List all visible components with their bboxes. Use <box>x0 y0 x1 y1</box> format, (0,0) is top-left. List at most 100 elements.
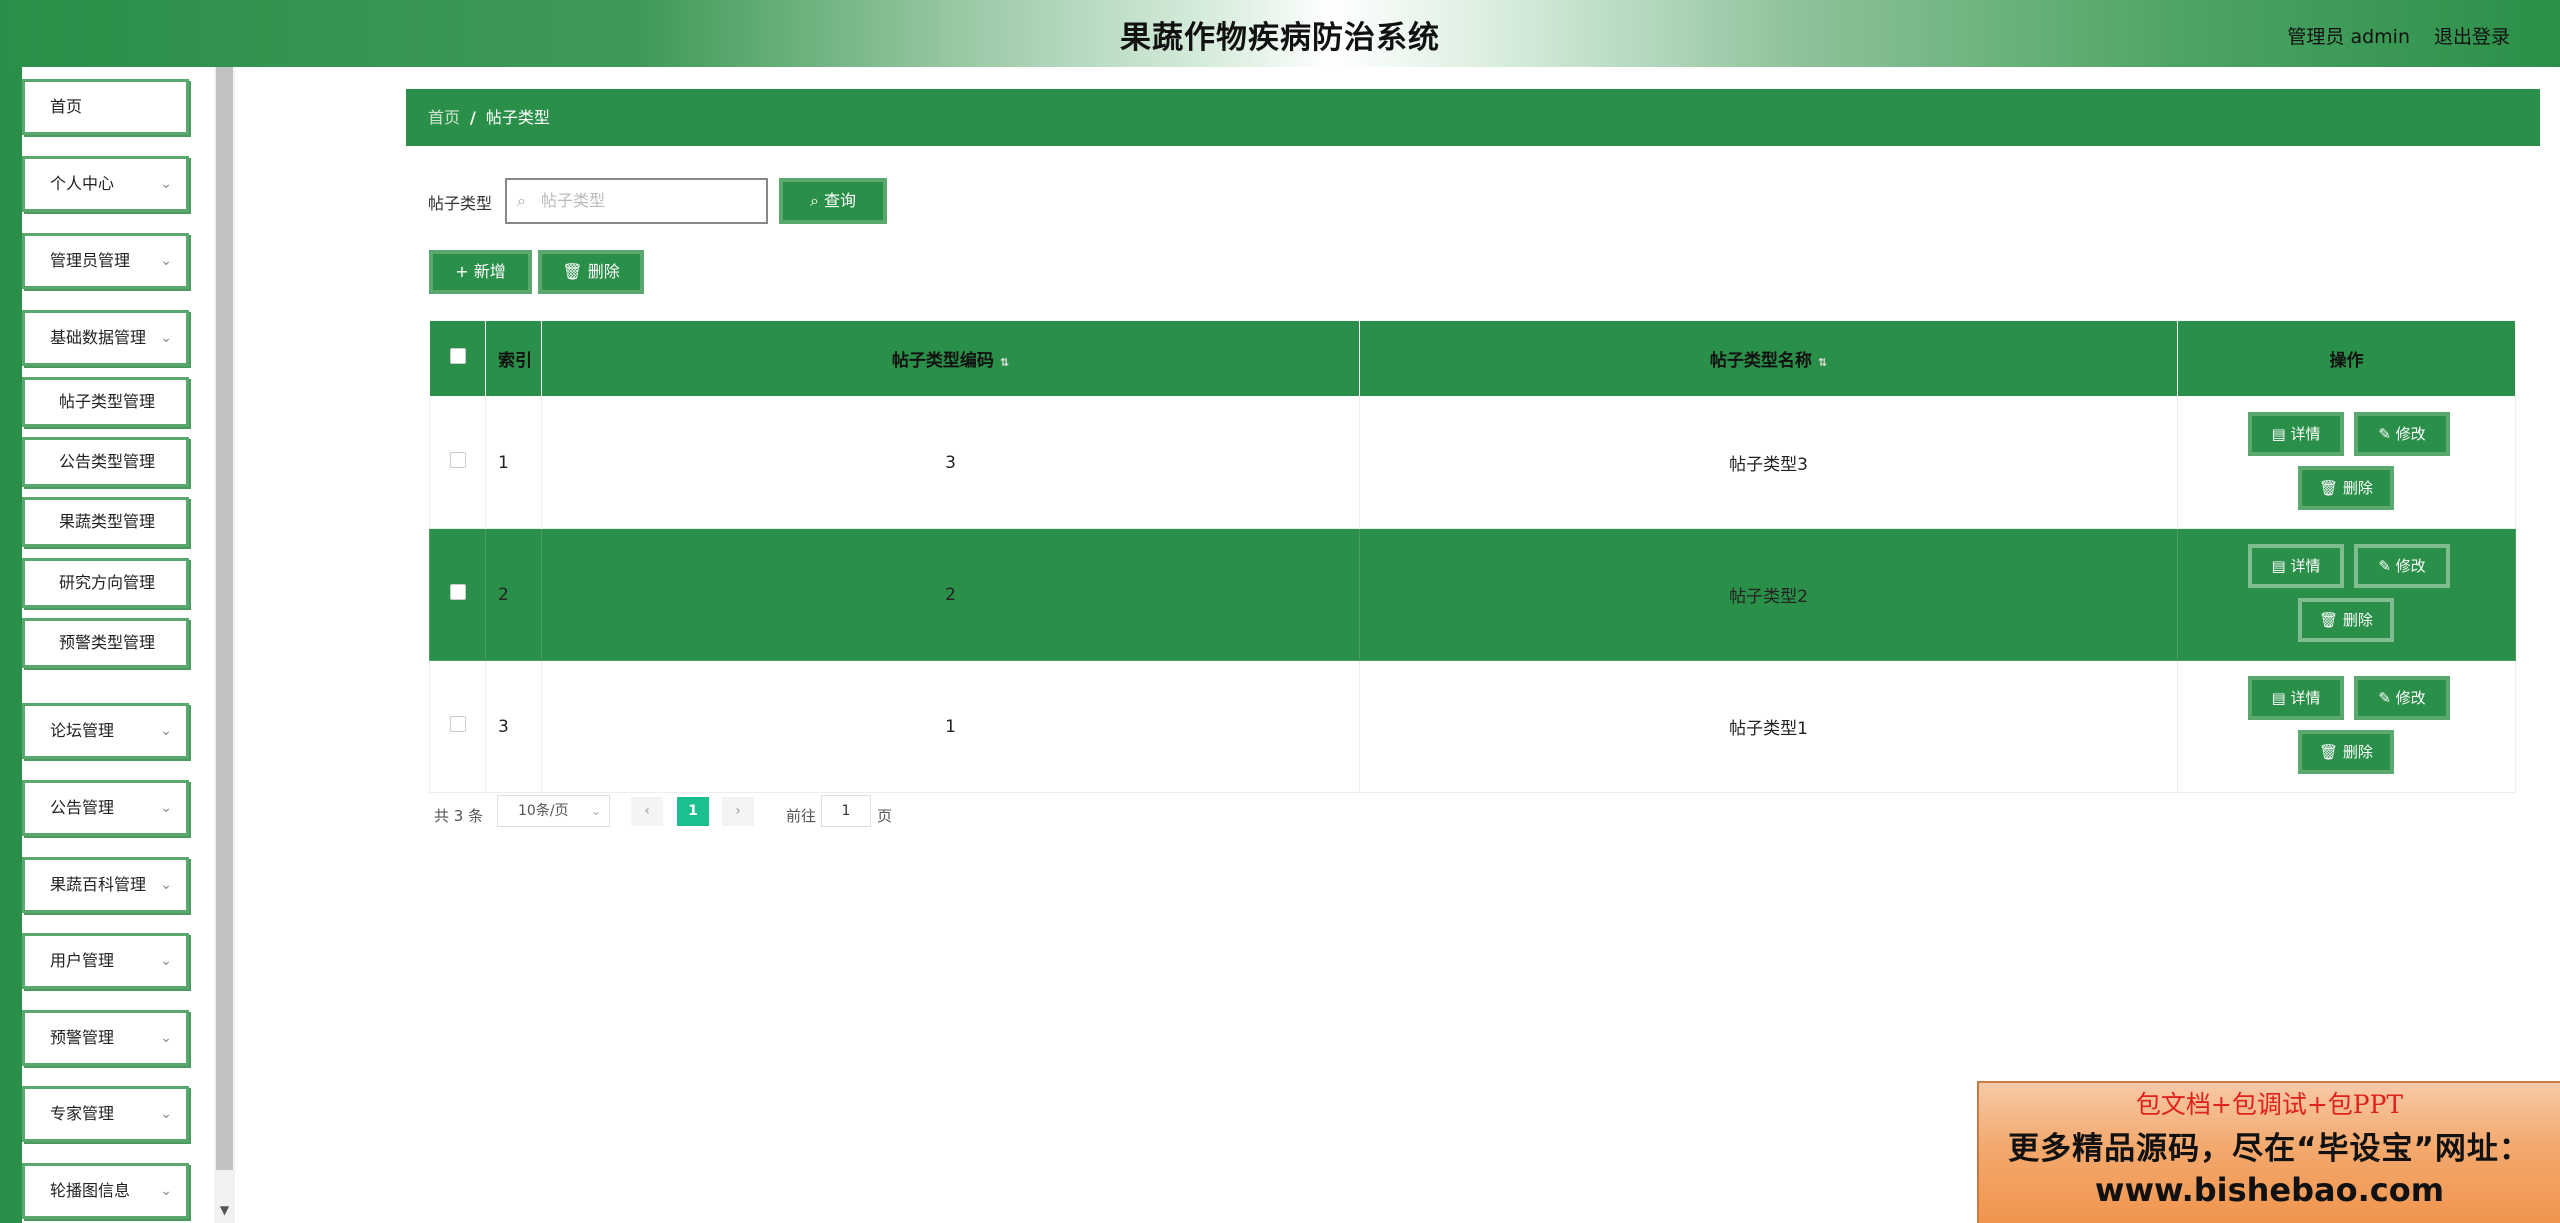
sort-icon[interactable]: ⇅ <box>1000 356 1009 369</box>
sidebar-item-label: 论坛管理 <box>50 721 115 740</box>
sidebar-item-label: 果蔬百科管理 <box>50 875 147 894</box>
sidebar-item-label: 轮播图信息 <box>50 1181 131 1200</box>
sidebar-item-label: 首页 <box>50 97 83 116</box>
row-checkbox[interactable] <box>449 716 466 732</box>
sidebar-item-base-data-management[interactable]: 基础数据管理 ⌄ <box>22 310 189 366</box>
delete-button[interactable]: 🗑 删除 <box>2298 598 2394 642</box>
goto-page-input[interactable]: 1 <box>821 795 871 827</box>
search-input[interactable]: ⌕ 帖子类型 <box>505 178 768 224</box>
plus-icon: + <box>455 262 469 281</box>
delete-label: 删除 <box>2342 479 2373 497</box>
delete-button[interactable]: 🗑 删除 <box>2298 730 2394 774</box>
breadcrumb-home-link[interactable]: 首页 <box>428 108 460 127</box>
detail-button[interactable]: ▤ 详情 <box>2248 544 2344 588</box>
row-name: 帖子类型2 <box>1359 528 2178 661</box>
sidebar-item-produce-type-management[interactable]: 果蔬类型管理 <box>22 497 189 547</box>
row-checkbox-cell <box>429 396 486 529</box>
prev-page-button[interactable]: ‹ <box>631 797 663 826</box>
detail-button[interactable]: ▤ 详情 <box>2248 676 2344 720</box>
query-button[interactable]: ⌕ 查询 <box>779 178 887 224</box>
page-size-value: 10条/页 <box>518 803 569 819</box>
sidebar-item-home[interactable]: 首页 <box>22 79 189 135</box>
row-code: 2 <box>541 528 1360 661</box>
document-icon: ▤ <box>2271 689 2286 707</box>
sidebar-item-personal-center[interactable]: 个人中心 ⌄ <box>22 156 189 212</box>
sidebar-item-expert-management[interactable]: 专家管理 ⌄ <box>22 1086 189 1142</box>
edit-button[interactable]: ✎ 修改 <box>2354 412 2450 456</box>
goto-label: 前往 <box>786 807 817 825</box>
row-index: 2 <box>485 528 542 661</box>
sidebar-scrollbar-thumb[interactable] <box>216 67 233 1170</box>
trash-icon: 🗑 <box>562 262 583 281</box>
chevron-down-icon: ⌄ <box>160 1106 172 1122</box>
add-button[interactable]: + 新增 <box>429 250 532 294</box>
sidebar-item-notice-management[interactable]: 公告管理 ⌄ <box>22 780 189 836</box>
sidebar-item-post-type-management[interactable]: 帖子类型管理 <box>22 377 189 427</box>
edit-icon: ✎ <box>2378 557 2391 575</box>
delete-label: 删除 <box>2342 743 2373 761</box>
code-header[interactable]: 帖子类型编码 ⇅ <box>541 320 1360 397</box>
table-row: 3 1 帖子类型1 ▤ 详情 ✎ 修改 🗑 删除 <box>429 660 2516 793</box>
ops-header: 操作 <box>2177 320 2516 397</box>
sidebar-item-label: 果蔬类型管理 <box>59 512 156 531</box>
sidebar-item-notice-type-management[interactable]: 公告类型管理 <box>22 437 189 487</box>
next-page-button[interactable]: › <box>722 797 754 826</box>
query-button-label: 查询 <box>824 191 857 210</box>
edit-icon: ✎ <box>2378 425 2391 443</box>
delete-button[interactable]: 🗑 删除 <box>2298 466 2394 510</box>
sidebar-item-user-management[interactable]: 用户管理 ⌄ <box>22 933 189 989</box>
ad-line-3: www.bishebao.com <box>2094 1171 2445 1209</box>
detail-label: 详情 <box>2290 557 2321 575</box>
document-icon: ▤ <box>2271 425 2286 443</box>
name-header[interactable]: 帖子类型名称 ⇅ <box>1359 320 2178 397</box>
sidebar-item-label: 管理员管理 <box>50 251 131 270</box>
sort-icon[interactable]: ⇅ <box>1818 356 1827 369</box>
detail-label: 详情 <box>2290 689 2321 707</box>
chevron-down-icon: ⌄ <box>160 1183 172 1199</box>
trash-icon: 🗑 <box>2319 479 2339 497</box>
row-name: 帖子类型3 <box>1359 396 2178 529</box>
sidebar-item-research-direction-management[interactable]: 研究方向管理 <box>22 558 189 608</box>
row-ops: ▤ 详情 ✎ 修改 🗑 删除 <box>2177 528 2516 661</box>
sidebar-item-forum-management[interactable]: 论坛管理 ⌄ <box>22 703 189 759</box>
index-header: 索引 <box>485 320 542 397</box>
sidebar-item-admin-management[interactable]: 管理员管理 ⌄ <box>22 233 189 289</box>
table-header-row: 索引 帖子类型编码 ⇅ 帖子类型名称 ⇅ 操作 <box>429 320 2516 397</box>
edit-button[interactable]: ✎ 修改 <box>2354 676 2450 720</box>
select-all-checkbox[interactable] <box>449 348 466 364</box>
page-number-current[interactable]: 1 <box>677 797 709 826</box>
sidebar-item-label: 预警类型管理 <box>59 633 156 652</box>
chevron-down-icon: ⌄ <box>160 877 172 893</box>
search-placeholder: 帖子类型 <box>541 191 606 210</box>
select-all-header <box>429 320 486 397</box>
row-index: 3 <box>485 660 542 793</box>
sidebar-item-warning-type-management[interactable]: 预警类型管理 <box>22 618 189 668</box>
sidebar-item-label: 预警管理 <box>50 1028 115 1047</box>
table-row: 2 2 帖子类型2 ▤ 详情 ✎ 修改 🗑 删除 <box>429 528 2516 661</box>
row-ops: ▤ 详情 ✎ 修改 🗑 删除 <box>2177 660 2516 793</box>
detail-label: 详情 <box>2290 425 2321 443</box>
sidebar-item-produce-encyclopedia-management[interactable]: 果蔬百科管理 ⌄ <box>22 857 189 913</box>
sidebar-item-label: 用户管理 <box>50 951 115 970</box>
detail-button[interactable]: ▤ 详情 <box>2248 412 2344 456</box>
scroll-down-arrow-icon[interactable]: ▼ <box>216 1200 233 1220</box>
batch-delete-button[interactable]: 🗑 删除 <box>538 250 644 294</box>
ad-banner[interactable]: 包文档+包调试+包PPT 更多精品源码，尽在“毕设宝”网址： www.bishe… <box>1977 1081 2560 1223</box>
delete-label: 删除 <box>2342 611 2373 629</box>
logout-link[interactable]: 退出登录 <box>2434 22 2510 49</box>
table-row: 1 3 帖子类型3 ▤ 详情 ✎ 修改 🗑 删除 <box>429 396 2516 529</box>
row-checkbox-cell <box>429 528 486 661</box>
trash-icon: 🗑 <box>2319 743 2339 761</box>
chevron-down-icon: ⌄ <box>160 1030 172 1046</box>
sidebar-item-label: 基础数据管理 <box>50 328 147 347</box>
sidebar-item-warning-management[interactable]: 预警管理 ⌄ <box>22 1010 189 1066</box>
sidebar-item-carousel-info[interactable]: 轮播图信息 ⌄ <box>22 1163 189 1219</box>
goto-unit: 页 <box>877 807 893 825</box>
search-icon: ⌕ <box>809 191 819 210</box>
sidebar: 首页 个人中心 ⌄ 管理员管理 ⌄ 基础数据管理 ⌄ 帖子类型管理 公告类型管理… <box>0 67 235 1223</box>
page-size-select[interactable]: 10条/页 ⌄ <box>497 795 610 827</box>
edit-button[interactable]: ✎ 修改 <box>2354 544 2450 588</box>
row-checkbox[interactable] <box>449 584 466 600</box>
code-header-label: 帖子类型编码 <box>891 351 994 371</box>
row-checkbox[interactable] <box>449 452 466 468</box>
